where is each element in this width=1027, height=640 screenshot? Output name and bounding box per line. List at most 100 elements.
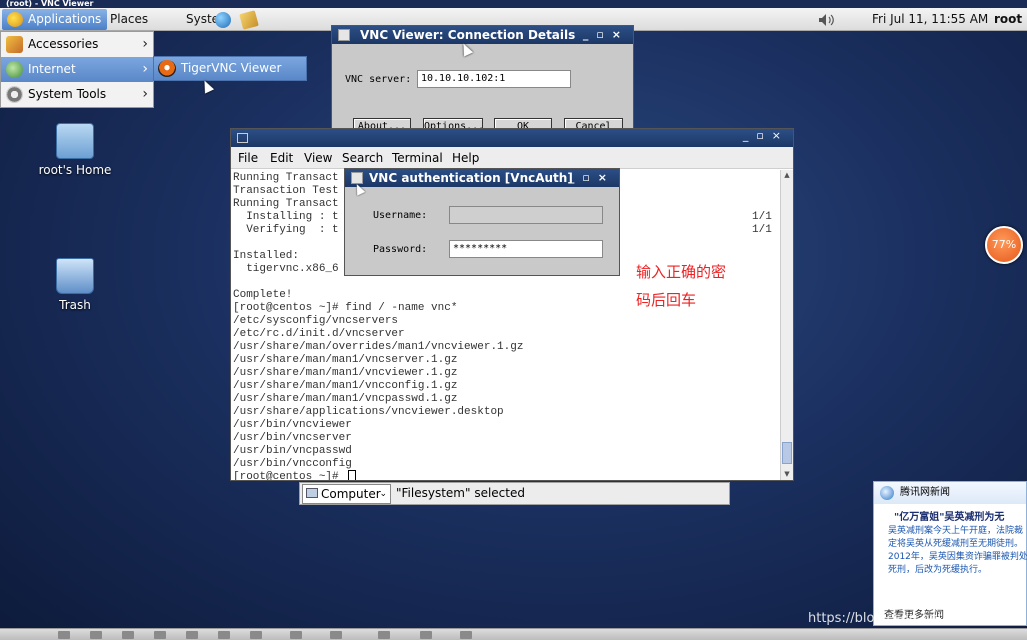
clock[interactable]: Fri Jul 11, 11:55 AM — [866, 8, 994, 31]
taskbar-item[interactable] — [218, 631, 230, 639]
terminal-line: /usr/share/man/man1/vncconfig.1.gz — [233, 380, 458, 392]
taskbar-item[interactable] — [58, 631, 70, 639]
terminal-line: /etc/rc.d/init.d/vncserver — [233, 328, 405, 340]
terminal-line: /usr/share/man/overrides/man1/vncviewer.… — [233, 341, 524, 353]
window-controls[interactable]: _▫× — [743, 129, 789, 147]
menu-view[interactable]: View — [304, 147, 332, 169]
terminal-prompt: [root@centos ~]# — [233, 471, 346, 480]
mail-icon[interactable] — [239, 10, 259, 30]
submenu-item-label: TigerVNC Viewer — [181, 61, 282, 75]
gnome-foot-icon — [7, 12, 23, 27]
taskbar-item[interactable] — [122, 631, 134, 639]
username-label: Username: — [373, 210, 428, 221]
status-text: "Filesystem" selected — [396, 486, 525, 500]
taskbar-item[interactable] — [186, 631, 198, 639]
terminal-icon — [237, 133, 248, 143]
vnc-window-titlebar: (root) - VNC Viewer — [0, 0, 1027, 8]
dialog-title: VNC Viewer: Connection Details — [360, 28, 576, 42]
taskbar-item[interactable] — [378, 631, 390, 639]
desktop-icon-label: Trash — [59, 298, 91, 312]
applications-label: Applications — [28, 12, 102, 26]
terminal-line: Transaction Test — [233, 185, 339, 197]
volume-icon[interactable] — [818, 13, 836, 27]
terminal-titlebar: _▫× — [231, 129, 793, 147]
chevron-right-icon: › — [142, 36, 148, 52]
terminal-line: /usr/share/man/man1/vncviewer.1.gz — [233, 367, 458, 379]
annotation-line: 码后回车 — [636, 291, 697, 309]
window-controls[interactable]: _▫× — [583, 26, 629, 44]
terminal-count: 1/1 — [752, 211, 772, 223]
taskbar-item[interactable] — [460, 631, 472, 639]
vnc-auth-dialog: VNC authentication [VncAuth] _▫× Usernam… — [344, 168, 620, 276]
desktop-icon-home[interactable]: root's Home — [30, 123, 120, 177]
desktop-icon-label: root's Home — [38, 163, 112, 177]
menu-item-system-tools[interactable]: System Tools › — [1, 82, 153, 107]
scrollbar-thumb[interactable] — [782, 442, 792, 464]
battery-indicator[interactable]: 77% — [985, 226, 1023, 264]
news-header-label: 腾讯网新闻 — [900, 487, 950, 498]
home-folder-icon — [56, 123, 94, 159]
scroll-down-icon[interactable]: ▼ — [781, 469, 793, 480]
vnc-server-input[interactable]: 10.10.10.102:1 — [417, 70, 571, 88]
password-label: Password: — [373, 244, 428, 255]
accessories-icon — [6, 36, 23, 53]
news-body[interactable]: 吴英减刑案今天上午开庭，法院裁定将吴英从死缓减刑至无期徒刑。2012年，吴英因集… — [888, 525, 1027, 577]
applications-dropdown: Accessories › Internet › System Tools › — [0, 31, 154, 108]
places-menu[interactable]: Places — [104, 8, 154, 31]
taskbar-item[interactable] — [290, 631, 302, 639]
menu-item-label: Accessories — [28, 37, 99, 51]
terminal-line: Installed: — [233, 250, 300, 262]
terminal-line: Verifying : t — [233, 224, 339, 236]
terminal-line: [root@centos ~]# find / -name vnc* — [233, 302, 458, 314]
menu-search[interactable]: Search — [342, 147, 383, 169]
chevron-right-icon: › — [142, 61, 148, 77]
taskbar-item[interactable] — [90, 631, 102, 639]
menu-terminal[interactable]: Terminal — [392, 147, 443, 169]
web-browser-icon[interactable] — [215, 12, 231, 28]
taskbar-item[interactable] — [250, 631, 262, 639]
terminal-line: /usr/bin/vncserver — [233, 432, 352, 444]
location-combo[interactable]: Computer ⌄ — [302, 484, 391, 504]
submenu-item-tigervnc-viewer[interactable]: TigerVNC Viewer — [153, 56, 307, 81]
trash-icon — [56, 258, 94, 294]
computer-icon — [306, 488, 318, 498]
desktop-icon-trash[interactable]: Trash — [30, 258, 120, 312]
news-title[interactable]: "亿万富姐"吴英减刑为无 — [894, 508, 1004, 523]
terminal-line: tigervnc.x86_6 — [233, 263, 339, 275]
terminal-line: /usr/bin/vncviewer — [233, 419, 352, 431]
combo-value: Computer — [321, 487, 381, 501]
taskbar-item[interactable] — [330, 631, 342, 639]
text-cursor — [348, 470, 356, 480]
window-controls[interactable]: _▫× — [569, 169, 615, 187]
terminal-count: 1/1 — [752, 224, 772, 236]
terminal-scrollbar[interactable]: ▲ ▼ — [780, 170, 793, 480]
menu-item-label: System Tools — [28, 87, 107, 101]
menu-item-internet[interactable]: Internet › — [1, 57, 153, 82]
applications-menu[interactable]: Applications — [2, 9, 108, 30]
menu-edit[interactable]: Edit — [270, 147, 293, 169]
taskbar-item[interactable] — [420, 631, 432, 639]
terminal-line: /usr/bin/vncconfig — [233, 458, 352, 470]
terminal-line: /usr/share/applications/vncviewer.deskto… — [233, 406, 504, 418]
scroll-up-icon[interactable]: ▲ — [781, 170, 793, 181]
username-field[interactable] — [449, 206, 603, 224]
taskbar-item[interactable] — [154, 631, 166, 639]
vnc-connection-dialog: VNC Viewer: Connection Details _▫× VNC s… — [331, 25, 634, 142]
tencent-news-icon — [880, 486, 894, 500]
dialog-titlebar: VNC authentication [VncAuth] _▫× — [345, 169, 619, 187]
terminal-line: /usr/share/man/man1/vncpasswd.1.gz — [233, 393, 458, 405]
menu-file[interactable]: File — [238, 147, 258, 169]
file-manager-statusbar: Computer ⌄ "Filesystem" selected — [299, 482, 730, 505]
gear-icon — [6, 86, 23, 103]
terminal-line: Complete! — [233, 289, 293, 301]
user-menu[interactable]: root — [988, 8, 1027, 31]
menu-item-accessories[interactable]: Accessories › — [1, 32, 153, 57]
tigervnc-icon — [158, 60, 176, 77]
annotation-line: 输入正确的密 — [636, 263, 727, 281]
bottom-taskbar — [0, 628, 1027, 640]
password-field[interactable]: ********* — [449, 240, 603, 258]
terminal-line: /usr/share/man/man1/vncserver.1.gz — [233, 354, 458, 366]
menu-item-label: Internet — [28, 62, 76, 76]
menu-help[interactable]: Help — [452, 147, 479, 169]
terminal-line: Installing : t — [233, 211, 339, 223]
